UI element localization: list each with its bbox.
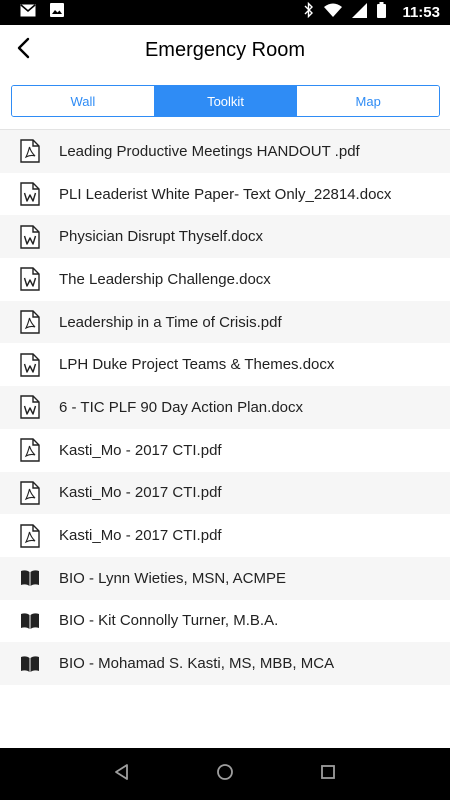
file-row[interactable]: Kasti_Mo - 2017 CTI.pdf bbox=[0, 471, 450, 515]
bluetooth-icon bbox=[304, 1, 314, 23]
nav-home-button[interactable] bbox=[205, 754, 245, 794]
tab-toolkit[interactable]: Toolkit bbox=[154, 86, 298, 116]
battery-icon bbox=[377, 2, 387, 23]
status-right: 11:53 bbox=[304, 1, 440, 23]
file-row[interactable]: BIO - Kit Connolly Turner, M.B.A. bbox=[0, 599, 450, 643]
nav-back-button[interactable] bbox=[102, 754, 142, 794]
file-row[interactable]: BIO - Lynn Wieties, MSN, ACMPE bbox=[0, 556, 450, 600]
file-row[interactable]: Kasti_Mo - 2017 CTI.pdf bbox=[0, 514, 450, 557]
gmail-icon bbox=[20, 3, 36, 22]
status-left bbox=[20, 3, 64, 22]
system-nav-bar bbox=[0, 748, 450, 800]
nav-recents-button[interactable] bbox=[308, 754, 348, 794]
tab-wall[interactable]: Wall bbox=[12, 86, 155, 116]
file-row[interactable]: The Leadership Challenge.docx bbox=[0, 258, 450, 301]
file-name: Kasti_Mo - 2017 CTI.pdf bbox=[59, 527, 222, 545]
pdf-file-icon bbox=[19, 438, 41, 462]
file-name: Leadership in a Time of Crisis.pdf bbox=[59, 313, 282, 331]
file-name: The Leadership Challenge.docx bbox=[59, 270, 271, 288]
back-arrow-icon bbox=[16, 37, 30, 64]
book-icon bbox=[19, 609, 41, 633]
file-row[interactable]: Kasti_Mo - 2017 CTI.pdf bbox=[0, 428, 450, 472]
word-file-icon bbox=[19, 225, 41, 249]
signal-icon bbox=[352, 2, 368, 23]
file-name: Kasti_Mo - 2017 CTI.pdf bbox=[59, 484, 222, 502]
file-name: 6 - TIC PLF 90 Day Action Plan.docx bbox=[59, 398, 304, 416]
pdf-file-icon bbox=[19, 310, 41, 334]
file-name: Leading Productive Meetings HANDOUT .pdf bbox=[59, 142, 360, 160]
word-file-icon bbox=[19, 395, 41, 420]
nav-back-icon bbox=[113, 763, 131, 786]
pdf-file-icon bbox=[19, 481, 41, 505]
file-name: LPH Duke Project Teams & Themes.docx bbox=[59, 356, 335, 374]
word-file-icon bbox=[19, 353, 41, 377]
file-name: BIO - Kit Connolly Turner, M.B.A. bbox=[59, 612, 279, 630]
book-icon bbox=[19, 652, 41, 676]
file-row[interactable]: BIO - Mohamad S. Kasti, MS, MBB, MCA bbox=[0, 642, 450, 685]
pdf-file-icon bbox=[19, 139, 41, 164]
file-row[interactable]: Leadership in a Time of Crisis.pdf bbox=[0, 300, 450, 344]
nav-recents-icon bbox=[320, 764, 336, 785]
file-row[interactable]: Physician Disrupt Thyself.docx bbox=[0, 215, 450, 259]
tab-map[interactable]: Map bbox=[297, 86, 439, 116]
word-file-icon bbox=[19, 267, 41, 292]
file-row[interactable]: LPH Duke Project Teams & Themes.docx bbox=[0, 343, 450, 387]
file-row[interactable]: 6 - TIC PLF 90 Day Action Plan.docx bbox=[0, 386, 450, 429]
file-name: BIO - Lynn Wieties, MSN, ACMPE bbox=[59, 569, 286, 587]
file-row[interactable]: PLI Leaderist White Paper- Text Only_228… bbox=[0, 172, 450, 216]
nav-home-icon bbox=[216, 763, 234, 786]
app-header: Emergency Room bbox=[0, 25, 450, 75]
word-file-icon bbox=[19, 182, 41, 206]
back-button[interactable] bbox=[6, 33, 40, 67]
file-name: PLI Leaderist White Paper- Text Only_228… bbox=[59, 185, 392, 203]
photo-icon bbox=[50, 3, 64, 22]
file-name: Kasti_Mo - 2017 CTI.pdf bbox=[59, 441, 222, 459]
file-name: Physician Disrupt Thyself.docx bbox=[59, 228, 263, 246]
segmented-control: Wall Toolkit Map bbox=[11, 85, 440, 117]
page-title: Emergency Room bbox=[144, 38, 306, 61]
file-name: BIO - Mohamad S. Kasti, MS, MBB, MCA bbox=[59, 655, 335, 673]
file-row[interactable]: Leading Productive Meetings HANDOUT .pdf bbox=[0, 130, 450, 173]
status-bar: 11:53 bbox=[0, 0, 450, 25]
pdf-file-icon bbox=[19, 523, 41, 548]
wifi-icon bbox=[324, 3, 343, 22]
book-icon bbox=[19, 566, 41, 590]
file-list: Leading Productive Meetings HANDOUT .pdf… bbox=[0, 130, 450, 685]
status-time: 11:53 bbox=[402, 4, 440, 21]
tab-bar: Wall Toolkit Map bbox=[0, 75, 450, 130]
